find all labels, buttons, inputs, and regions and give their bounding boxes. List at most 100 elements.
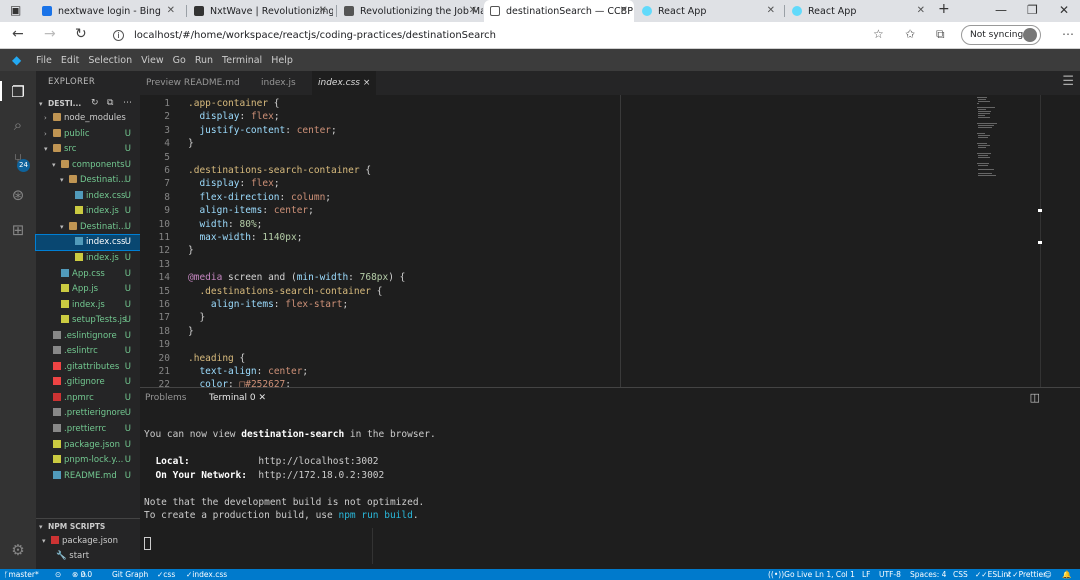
tree-item-label: components (72, 159, 125, 170)
tree-file[interactable]: .npmrc U (36, 391, 140, 406)
tree-file[interactable]: pnpm-lock.y... U (36, 453, 140, 468)
eslint-status[interactable]: ✓✓ ESLint (975, 569, 1011, 580)
npm-package-json[interactable]: ▾ package.json (36, 534, 140, 549)
tree-file[interactable]: App.js U (36, 282, 140, 297)
browser-tab[interactable]: NxtWave | Revolutionizing the Job Ma ✕ (188, 0, 333, 22)
tab-preview-readme[interactable]: Preview README.md (140, 71, 246, 95)
npm-scripts-header[interactable]: ▾ NPM SCRIPTS (36, 518, 140, 533)
browser-tab-active[interactable]: destinationSearch — CCBP ✕ (484, 0, 634, 22)
close-tab-icon[interactable]: ✕ (319, 5, 327, 16)
indent-indicator[interactable]: Spaces: 4 (910, 569, 946, 580)
language-mode[interactable]: CSS (953, 569, 968, 580)
minimize-icon[interactable]: — (995, 3, 1007, 17)
menu-help[interactable]: Help (271, 55, 293, 66)
tree-file[interactable]: .gitignore U (36, 375, 140, 390)
css-indicator[interactable]: ✓ css (157, 569, 175, 580)
tree-folder[interactable]: › node_modules (36, 111, 140, 126)
extensions-icon[interactable]: ⊞ (9, 221, 27, 239)
close-tab-icon[interactable]: ✕ (767, 5, 775, 16)
prettier-status[interactable]: ✓✓ Prettier (1006, 569, 1046, 580)
menu-edit[interactable]: Edit (61, 55, 79, 66)
tab-index-css[interactable]: index.css × (312, 71, 377, 95)
browser-tab[interactable]: Revolutionizing the Job Ma ✕ (338, 0, 483, 22)
maximize-panel-icon[interactable]: ◫ (1030, 391, 1040, 404)
tree-file[interactable]: index.css U (35, 234, 141, 252)
new-tab-icon[interactable]: + (938, 1, 950, 17)
tab-actions-icon[interactable]: ▣ (10, 3, 21, 17)
git-graph[interactable]: Git Graph (112, 569, 148, 580)
tree-file[interactable]: index.js U (36, 251, 140, 266)
tree-file[interactable]: .prettierignore U (36, 406, 140, 421)
menu-terminal[interactable]: Terminal (222, 55, 262, 66)
forward-icon[interactable]: → (44, 26, 56, 42)
close-window-icon[interactable]: ✕ (1059, 3, 1069, 17)
git-branch[interactable]: ᚶ master* (4, 569, 39, 580)
tree-folder[interactable]: ▾ Destinati... U (36, 173, 140, 188)
problems-count[interactable]: ⊗ 0 ⚠ 0 (72, 569, 92, 580)
tree-folder[interactable]: ▾ src U (36, 142, 140, 157)
file-indicator[interactable]: ✓ index.css (186, 569, 227, 580)
browser-tab[interactable]: React App ✕ (786, 0, 931, 22)
tree-file[interactable]: package.json U (36, 438, 140, 453)
split-editor-icon[interactable]: ☰ (1062, 74, 1074, 89)
tree-file[interactable]: .gitattributes U (36, 360, 140, 375)
close-tab-icon[interactable]: ✕ (620, 5, 628, 16)
cursor-position[interactable]: Ln 1, Col 1 (815, 569, 855, 580)
favorites-icon[interactable]: ✩ (905, 27, 915, 41)
tab-index-js[interactable]: index.js (255, 71, 302, 95)
collections-icon[interactable]: ⧉ (936, 27, 945, 42)
site-info-icon[interactable]: i (113, 29, 124, 41)
more-actions-icon[interactable]: ⋯ (123, 96, 132, 111)
close-tab-icon[interactable]: ✕ (167, 5, 175, 16)
tab-terminal[interactable]: Terminal 0 ✕ (209, 393, 266, 403)
back-icon[interactable]: ← (12, 26, 24, 42)
tree-file[interactable]: .eslintignore U (36, 329, 140, 344)
tree-folder[interactable]: › public U (36, 127, 140, 142)
menu-selection[interactable]: Selection (88, 55, 132, 66)
explorer-icon[interactable]: ❐ (9, 83, 27, 101)
menu-go[interactable]: Go (173, 55, 186, 66)
tree-file[interactable]: README.md U (36, 469, 140, 484)
tree-file[interactable]: setupTests.js U (36, 313, 140, 328)
tree-file[interactable]: .eslintrc U (36, 344, 140, 359)
more-icon[interactable]: ⋯ (1062, 27, 1074, 41)
menu-run[interactable]: Run (195, 55, 213, 66)
sync-button[interactable]: Not syncing (961, 25, 1041, 45)
browser-tab[interactable]: nextwave login - Bing ✕ (36, 0, 181, 22)
tree-folder[interactable]: ▾ components U (36, 158, 140, 173)
tab-problems[interactable]: Problems (145, 393, 186, 403)
debug-icon[interactable]: ⊛ (9, 186, 27, 204)
go-live-button[interactable]: ((•)) Go Live (768, 569, 812, 580)
tree-folder[interactable]: ▾ Destinati... U (36, 220, 140, 235)
close-tab-icon[interactable]: × (363, 78, 371, 88)
tree-file[interactable]: App.css U (36, 267, 140, 282)
restore-icon[interactable]: ❐ (1027, 3, 1038, 17)
code-editor[interactable]: 1 .app-container {2 display: flex; 3 justi… (140, 95, 1080, 387)
url-field[interactable]: i localhost/#/home/workspace/reactjs/cod… (105, 25, 885, 45)
close-tab-icon[interactable]: ✕ (469, 5, 477, 16)
close-terminal-icon[interactable]: ✕ (259, 393, 267, 403)
minimap[interactable] (975, 95, 1025, 185)
collapse-all-icon[interactable]: ⧉ (107, 96, 113, 111)
workspace-root[interactable]: ▾ DESTI... ↻ ⧉ ⋯ (36, 96, 140, 111)
menu-file[interactable]: File (36, 55, 52, 66)
npm-script-start[interactable]: 🔧 start (36, 549, 140, 564)
eol-indicator[interactable]: LF (862, 569, 871, 580)
tree-file[interactable]: index.js U (36, 298, 140, 313)
feedback-icon[interactable]: ☺ (1044, 569, 1052, 580)
remote-icon[interactable]: ⊙ (55, 569, 61, 580)
notifications-icon[interactable]: 🔔 (1062, 569, 1071, 580)
tree-file[interactable]: index.js U (36, 204, 140, 219)
reload-icon[interactable]: ↻ (75, 26, 87, 42)
tree-file[interactable]: index.css U (36, 189, 140, 204)
browser-tab[interactable]: React App ✕ (636, 0, 781, 22)
favorite-star-icon[interactable]: ☆ (873, 27, 884, 41)
refresh-icon[interactable]: ↻ (91, 96, 99, 111)
encoding-indicator[interactable]: UTF-8 (879, 569, 901, 580)
settings-gear-icon[interactable]: ⚙ (9, 541, 27, 559)
close-tab-icon[interactable]: ✕ (917, 5, 925, 16)
search-icon[interactable]: ⌕ (9, 116, 27, 134)
terminal-output[interactable]: You can now view destination-search in t… (144, 428, 436, 523)
tree-file[interactable]: .prettierrc U (36, 422, 140, 437)
menu-view[interactable]: View (141, 55, 164, 66)
